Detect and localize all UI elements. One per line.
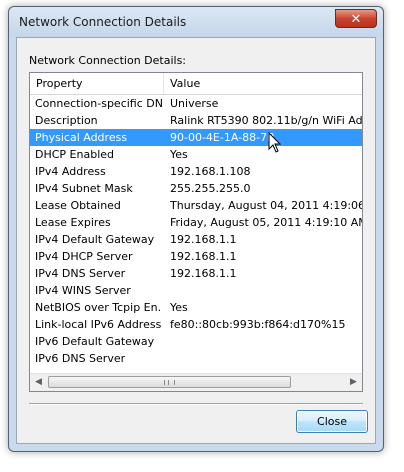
value-cell: Friday, August 05, 2011 4:19:10 AM [170,216,363,229]
value-cell: fe80::80cb:993b:f864:d170%15 [170,318,346,331]
list-rows: Connection-specific DN... Universe Descrip… [30,95,362,367]
table-row[interactable]: Link-local IPv6 Address fe80::80cb:993b:f… [30,316,362,333]
value-cell: 192.168.1.1 [170,267,237,280]
mouse-cursor-icon [268,132,282,153]
value-cell: Thursday, August 04, 2011 4:19:06 AM [170,199,363,212]
table-row[interactable]: IPv6 DNS Server [30,350,362,367]
value-cell: 90-00-4E-1A-88-7B [170,131,275,144]
details-list[interactable]: Property Value Connection-specific DN...… [29,72,363,392]
value-cell: 192.168.1.1 [170,250,237,263]
table-row[interactable]: Lease Expires Friday, August 05, 2011 4:1… [30,214,362,231]
value-cell: 192.168.1.108 [170,165,251,178]
table-row[interactable]: Description Ralink RT5390 802.11b/g/n WiF… [30,112,362,129]
scrollbar-thumb[interactable] [48,376,291,388]
title-bar[interactable]: Network Connection Details ✕ [9,7,383,37]
dialog-body: Network Connection Details: Property Val… [16,37,376,444]
table-row[interactable]: Connection-specific DN... Universe [30,95,362,112]
table-row[interactable]: Lease Obtained Thursday, August 04, 2011 … [30,197,362,214]
value-cell: 192.168.1.1 [170,233,237,246]
table-row[interactable]: Physical Address 90-00-4E-1A-88-7B [30,129,362,146]
details-label: Network Connection Details: [29,54,187,67]
property-cell: IPv6 DNS Server [35,352,126,365]
property-cell: DHCP Enabled [35,148,115,161]
property-cell: IPv4 DNS Server [35,267,126,280]
table-row[interactable]: IPv4 WINS Server [30,282,362,299]
grip-icon [164,380,175,385]
property-cell: Connection-specific DN... [35,97,162,110]
list-header: Property Value [30,73,362,95]
property-cell: IPv6 Default Gateway [35,335,155,348]
property-cell: Lease Obtained [35,199,121,212]
value-cell: Yes [170,148,188,161]
table-row[interactable]: IPv4 Address 192.168.1.108 [30,163,362,180]
property-cell: Lease Expires [35,216,111,229]
table-row[interactable]: DHCP Enabled Yes [30,146,362,163]
table-row[interactable]: IPv4 Default Gateway 192.168.1.1 [30,231,362,248]
property-cell: IPv4 Default Gateway [35,233,155,246]
horizontal-scrollbar[interactable]: ◀ ▶ [30,373,362,391]
property-cell: IPv4 WINS Server [35,284,131,297]
table-row[interactable]: IPv6 Default Gateway [30,333,362,350]
table-row[interactable]: NetBIOS over Tcpip En... Yes [30,299,362,316]
column-header-value[interactable]: Value [164,73,362,94]
table-row[interactable]: IPv4 Subnet Mask 255.255.255.0 [30,180,362,197]
scroll-left-icon[interactable]: ◀ [30,374,47,391]
table-row[interactable]: IPv4 DNS Server 192.168.1.1 [30,265,362,282]
value-cell: Ralink RT5390 802.11b/g/n WiFi Adapter [170,114,363,127]
window-title: Network Connection Details [19,15,187,29]
close-button[interactable]: Close [296,410,368,433]
separator [29,403,363,405]
property-cell: Description [35,114,98,127]
property-cell: IPv4 Address [35,165,106,178]
value-cell: 255.255.255.0 [170,182,251,195]
dialog-window: Network Connection Details ✕ Network Con… [8,6,384,452]
property-cell: Physical Address [35,131,128,144]
scroll-right-icon[interactable]: ▶ [345,374,362,391]
value-cell: Yes [170,301,188,314]
close-window-icon[interactable]: ✕ [335,9,377,28]
property-cell: IPv4 Subnet Mask [35,182,133,195]
column-header-property[interactable]: Property [30,73,164,94]
property-cell: NetBIOS over Tcpip En... [35,301,162,314]
property-cell: IPv4 DHCP Server [35,250,133,263]
property-cell: Link-local IPv6 Address [35,318,162,331]
table-row[interactable]: IPv4 DHCP Server 192.168.1.1 [30,248,362,265]
value-cell: Universe [170,97,219,110]
